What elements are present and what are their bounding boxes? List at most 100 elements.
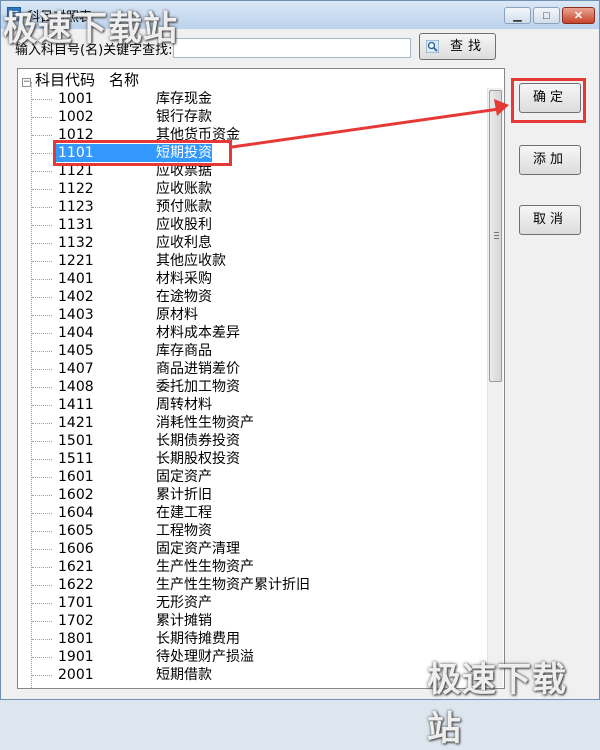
row-name: 应收股利 <box>156 217 212 233</box>
row-code: 1402 <box>58 289 94 305</box>
tree-row[interactable]: 1131 应收股利 <box>18 216 488 234</box>
tree-row[interactable]: 1123 预付账款 <box>18 198 488 216</box>
dialog-window: 科目对照表 ▁ □ ✕ 输入科目号(名)关键字查找: 查找 − 科目代码 名称 10… <box>0 0 600 749</box>
row-name: 累计摊销 <box>156 613 212 629</box>
tree-branch-line <box>32 675 52 676</box>
row-code: 1511 <box>58 451 94 467</box>
tree-row[interactable]: 1622 生产性生物资产累计折旧 <box>18 576 488 594</box>
watermark-bottom: 极速下载站 <box>427 660 567 749</box>
tree-row[interactable]: 1012 其他货币资金 <box>18 126 488 144</box>
collapse-icon[interactable]: − <box>22 78 31 87</box>
row-code: 1407 <box>58 361 94 377</box>
row-name: 无形资产 <box>156 595 212 611</box>
row-name: 其他货币资金 <box>156 127 240 143</box>
row-name: 固定资产清理 <box>156 541 240 557</box>
tree-row[interactable]: 1421 消耗性生物资产 <box>18 414 488 432</box>
row-code: 1411 <box>58 397 94 413</box>
scrollbar-grip-icon <box>494 232 499 239</box>
row-name: 工程物资 <box>156 523 212 539</box>
tree-row[interactable]: 1602 累计折旧 <box>18 486 488 504</box>
tree-row[interactable]: 1408 委托加工物资 <box>18 378 488 396</box>
tree-row[interactable]: 1404 材料成本差异 <box>18 324 488 342</box>
tree-branch-line <box>32 261 52 262</box>
cancel-button[interactable]: 取消 <box>519 205 581 235</box>
tree-row[interactable]: 1604 在建工程 <box>18 504 488 522</box>
vertical-scrollbar[interactable] <box>487 88 503 687</box>
row-name: 其他应收款 <box>156 253 226 269</box>
ok-button[interactable]: 确定 <box>519 83 581 113</box>
tree-row[interactable]: 1501 长期债券投资 <box>18 432 488 450</box>
tree-row[interactable]: 1621 生产性生物资产 <box>18 558 488 576</box>
tree-row[interactable]: 1122 应收账款 <box>18 180 488 198</box>
tree-row[interactable]: 1403 原材料 <box>18 306 488 324</box>
row-code: 1121 <box>58 163 94 179</box>
tree-row[interactable]: 1221 其他应收款 <box>18 252 488 270</box>
header-name-label: 名称 <box>109 71 140 89</box>
row-name: 在途物资 <box>156 289 212 305</box>
row-name: 固定资产 <box>156 469 212 485</box>
tree-branch-line <box>32 567 52 568</box>
search-button[interactable]: 查找 <box>419 33 496 60</box>
tree-row[interactable]: 1402 在途物资 <box>18 288 488 306</box>
watermark-top: 极速下载站 <box>3 9 178 49</box>
row-name: 生产性生物资产 <box>156 559 254 575</box>
tree-row[interactable]: 1101 短期投资 <box>18 144 488 162</box>
tree-branch-line <box>32 459 52 460</box>
account-tree[interactable]: − 科目代码 名称 1001 库存现金 1002 银行存款 1012 其他货币资金 1101 短期… <box>17 68 505 689</box>
row-name: 生产性生物资产累计折旧 <box>156 577 310 593</box>
tree-row[interactable]: 2001 短期借款 <box>18 666 488 684</box>
tree-row[interactable]: 1401 材料采购 <box>18 270 488 288</box>
search-input[interactable] <box>173 38 411 58</box>
row-code: 2001 <box>58 667 94 683</box>
tree-row[interactable]: 1701 无形资产 <box>18 594 488 612</box>
row-name: 在建工程 <box>156 505 212 521</box>
tree-branch-line <box>32 279 52 280</box>
tree-row[interactable]: 1601 固定资产 <box>18 468 488 486</box>
row-name: 库存商品 <box>156 343 212 359</box>
row-code: 1132 <box>58 235 94 251</box>
row-name: 应收账款 <box>156 181 212 197</box>
tree-branch-line <box>32 99 52 100</box>
tree-row[interactable]: 1411 周转材料 <box>18 396 488 414</box>
row-code: 1702 <box>58 613 94 629</box>
scrollbar-thumb[interactable] <box>489 90 502 382</box>
minimize-button[interactable]: ▁ <box>504 7 531 24</box>
maximize-button[interactable]: □ <box>533 7 560 24</box>
row-code: 1408 <box>58 379 94 395</box>
add-button[interactable]: 添加 <box>519 145 581 175</box>
tree-row[interactable]: 1405 库存商品 <box>18 342 488 360</box>
tree-row[interactable]: 1121 应收票据 <box>18 162 488 180</box>
tree-row[interactable]: 1002 银行存款 <box>18 108 488 126</box>
tree-root[interactable]: − 科目代码 名称 <box>22 71 139 89</box>
row-code: 1122 <box>58 181 94 197</box>
tree-branch-line <box>32 639 52 640</box>
tree-branch-line <box>32 243 52 244</box>
header-code-label: 科目代码 <box>35 71 96 89</box>
row-code: 1501 <box>58 433 94 449</box>
tree-row[interactable]: 1605 工程物资 <box>18 522 488 540</box>
row-code: 1403 <box>58 307 94 323</box>
tree-branch-line <box>32 387 52 388</box>
tree-row[interactable]: 1801 长期待摊费用 <box>18 630 488 648</box>
tree-row[interactable]: 1407 商品进销差价 <box>18 360 488 378</box>
tree-row[interactable]: 1901 待处理财产损溢 <box>18 648 488 666</box>
close-button[interactable]: ✕ <box>562 7 595 24</box>
row-code: 1012 <box>58 127 94 143</box>
row-name: 材料采购 <box>156 271 212 287</box>
row-code: 1131 <box>58 217 94 233</box>
tree-row[interactable]: 1511 长期股权投资 <box>18 450 488 468</box>
row-name: 长期股权投资 <box>156 451 240 467</box>
tree-branch-line <box>32 225 52 226</box>
tree-row[interactable]: 1702 累计摊销 <box>18 612 488 630</box>
row-code: 1801 <box>58 631 94 647</box>
tree-branch-line <box>32 315 52 316</box>
tree-row[interactable]: 1001 库存现金 <box>18 90 488 108</box>
row-name: 短期借款 <box>156 667 212 683</box>
row-name: 周转材料 <box>156 397 212 413</box>
row-code: 1405 <box>58 343 94 359</box>
tree-branch-line <box>32 297 52 298</box>
tree-row[interactable]: 1606 固定资产清理 <box>18 540 488 558</box>
row-name: 预付账款 <box>156 199 212 215</box>
tree-branch-line <box>32 405 52 406</box>
tree-row[interactable]: 1132 应收利息 <box>18 234 488 252</box>
